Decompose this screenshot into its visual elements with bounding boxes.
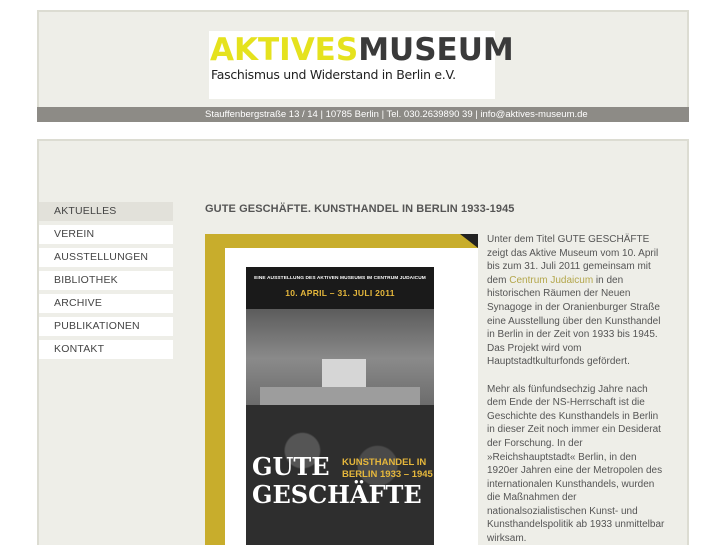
sidebar-item-archive[interactable]: ARCHIVE <box>39 294 173 313</box>
poster-photo <box>246 309 434 545</box>
logo-part-aktives: AKTIVES <box>210 32 359 68</box>
logo-subtitle: Faschismus und Widerstand in Berlin e.V. <box>211 67 456 82</box>
exhibition-poster: EINE AUSSTELLUNG DES AKTIVEN MUSEUMS IM … <box>246 267 434 545</box>
site-header: AKTIVESMUSEUM Faschismus und Widerstand … <box>37 10 689 122</box>
article-text: Unter dem Titel GUTE GESCHÄFTE zeigt das… <box>487 233 667 545</box>
site-logo[interactable]: AKTIVESMUSEUM Faschismus und Widerstand … <box>209 31 514 99</box>
sidebar-item-bibliothek[interactable]: BIBLIOTHEK <box>39 271 173 290</box>
poster-big-title-line1: GUTE <box>252 452 330 481</box>
sidebar-nav: AKTUELLES VEREIN AUSSTELLUNGEN BIBLIOTHE… <box>39 202 173 363</box>
logo-part-museum: MUSEUM <box>358 32 514 68</box>
sidebar-item-aktuelles[interactable]: AKTUELLES <box>39 202 173 221</box>
poster-big-title-line2: GESCHÄFTE <box>252 480 422 509</box>
article-paragraph-2: Mehr als fünfundsechzig Jahre nach dem E… <box>487 383 665 545</box>
sidebar-item-publikationen[interactable]: PUBLIKATIONEN <box>39 317 173 336</box>
article-paragraph-1: Unter dem Titel GUTE GESCHÄFTE zeigt das… <box>487 233 667 369</box>
sidebar-item-ausstellungen[interactable]: AUSSTELLUNGEN <box>39 248 173 267</box>
poster-frame-corner <box>460 234 478 248</box>
logo-title: AKTIVESMUSEUM <box>209 32 514 68</box>
sidebar-item-kontakt[interactable]: KONTAKT <box>39 340 173 359</box>
poster-top-line: EINE AUSSTELLUNG DES AKTIVEN MUSEUMS IM … <box>254 276 426 281</box>
poster-dates: 10. APRIL – 31. JULI 2011 <box>285 288 395 298</box>
sidebar-item-verein[interactable]: VEREIN <box>39 225 173 244</box>
address-bar: Stauffenbergstraße 13 / 14 | 10785 Berli… <box>37 107 689 122</box>
page-title: GUTE GESCHÄFTE. KUNSTHANDEL IN BERLIN 19… <box>205 203 515 215</box>
poster-table <box>260 387 420 405</box>
poster-big-title: GUTE GESCHÄFTE <box>252 453 422 509</box>
centrum-judaicum-link[interactable]: Centrum Judaicum <box>509 275 593 286</box>
paragraph-1-text-end: in den historischen Räumen der Neuen Syn… <box>487 274 661 368</box>
